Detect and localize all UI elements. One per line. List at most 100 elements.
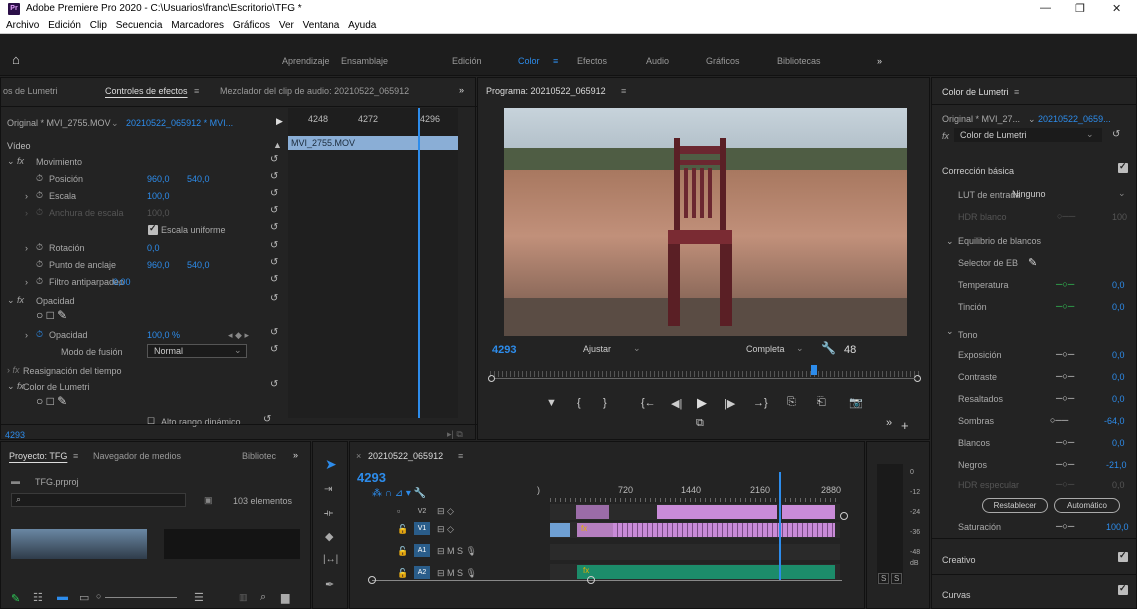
creative-header[interactable]: Creativo <box>942 555 976 565</box>
icon-view-icon[interactable]: ▬ <box>57 591 68 603</box>
zoom-slider-knob[interactable]: ○ <box>96 591 101 601</box>
flicker-value[interactable]: 0,00 <box>113 277 131 287</box>
temperature-value[interactable]: 0,0 <box>1112 280 1125 290</box>
mini-timeline-ruler[interactable]: 4248 4272 4296 <box>288 108 458 136</box>
chevron-right-icon[interactable]: › <box>25 277 28 287</box>
track-a1[interactable]: A1 <box>414 544 430 557</box>
lock-icon[interactable]: 🔓 <box>397 568 408 579</box>
shadows-slider[interactable]: ○── <box>1050 415 1068 425</box>
video-clip[interactable] <box>657 505 777 519</box>
more-panels-icon[interactable]: » <box>293 450 298 460</box>
opacity-value[interactable]: 100,0 % <box>147 330 180 340</box>
panel-menu-icon[interactable]: ≡ <box>458 451 463 461</box>
timeline-timecode[interactable]: 4293 <box>357 470 386 485</box>
mark-in-icon[interactable]: { <box>577 397 581 409</box>
mask-shapes-icon[interactable]: ○ □ ✎ <box>36 308 67 322</box>
minimize-button[interactable]: — <box>1040 2 1051 14</box>
clip-thumbnail[interactable] <box>164 529 300 559</box>
basic-correction-checkbox[interactable] <box>1118 161 1128 173</box>
reset-icon[interactable]: ↺ <box>270 327 278 338</box>
wrench-icon[interactable]: 🔧 <box>821 341 836 355</box>
highlights-value[interactable]: 0,0 <box>1112 394 1125 404</box>
audio-clip[interactable]: fx <box>577 565 835 579</box>
zoom-slider[interactable] <box>105 597 177 598</box>
reset-icon[interactable]: ↺ <box>1112 129 1120 140</box>
timeline-playhead[interactable] <box>779 472 781 580</box>
pen-icon[interactable]: ✎ <box>11 592 20 605</box>
scroll-start-handle[interactable] <box>488 375 495 382</box>
selection-tool-icon[interactable]: ➤ <box>325 456 337 473</box>
workspace-aprendizaje[interactable]: Aprendizaje <box>282 56 330 66</box>
chevron-down-icon[interactable]: ⌄ fx <box>7 295 24 306</box>
tab-libraries[interactable]: Bibliotec <box>242 451 276 461</box>
timeline-ruler[interactable] <box>550 498 840 502</box>
menu-ver[interactable]: Ver <box>279 20 294 31</box>
scroll-start-handle[interactable] <box>368 576 376 584</box>
automate-icon[interactable]: ▥ <box>239 592 248 603</box>
list-view-icon[interactable]: ☷ <box>33 591 43 604</box>
program-monitor-title[interactable]: Programa: 20210522_065912 <box>486 86 606 96</box>
lock-icon[interactable]: 🔓 <box>397 524 408 535</box>
contrast-slider[interactable]: ─○─ <box>1056 371 1074 381</box>
video-clip[interactable] <box>576 505 609 519</box>
slip-tool-icon[interactable]: |↔| <box>323 554 338 565</box>
blacks-slider[interactable]: ─○─ <box>1056 459 1074 469</box>
sequence-clip[interactable]: 20210522_0659... <box>1038 114 1111 124</box>
tint-slider[interactable]: ─○─ <box>1056 301 1074 311</box>
menu-ventana[interactable]: Ventana <box>303 20 340 31</box>
mute-solo-icon[interactable]: ⊟ M S 🎙 <box>437 568 477 579</box>
uniform-scale-checkbox[interactable] <box>148 223 158 235</box>
sort-icon[interactable]: ☰ <box>194 591 204 604</box>
ripple-edit-icon[interactable]: ⟛ <box>324 508 333 519</box>
sequence-clip-selector[interactable]: 20210522_065912 * MVI... <box>126 118 233 128</box>
stopwatch-icon[interactable]: ⏱ <box>36 242 43 253</box>
workspace-graficos[interactable]: Gráficos <box>706 56 740 66</box>
basic-correction-header[interactable]: Corrección básica <box>942 166 1014 176</box>
stopwatch-icon[interactable]: ⏱ <box>36 259 43 270</box>
program-playhead[interactable] <box>811 365 817 375</box>
eye-icon[interactable]: ⊟ ◇ <box>437 524 454 535</box>
play-icon[interactable]: ▶ <box>697 395 707 411</box>
whites-slider[interactable]: ─○─ <box>1056 437 1074 447</box>
multi-camera-icon[interactable]: ⧉ <box>696 417 704 430</box>
mini-timeline-clip[interactable]: MVI_2755.MOV <box>288 136 458 150</box>
home-icon[interactable]: ⌂ <box>12 52 20 67</box>
tab-media-browser[interactable]: Navegador de medios <box>93 451 181 461</box>
timeline-scrollbar[interactable] <box>372 580 842 581</box>
more-panels-icon[interactable]: » <box>459 85 464 95</box>
reset-icon[interactable]: ↺ <box>270 240 278 251</box>
reset-icon[interactable]: ↺ <box>270 274 278 285</box>
mark-out-icon[interactable]: } <box>603 397 607 409</box>
lift-icon[interactable]: ⎘ <box>787 396 796 409</box>
bin-icon[interactable]: ▣ <box>204 495 213 506</box>
chevron-right-icon[interactable]: › <box>25 191 28 201</box>
video-clip[interactable] <box>550 523 570 537</box>
track-v2[interactable]: V2 <box>414 505 430 518</box>
white-balance-header[interactable]: Equilibrio de blancos <box>958 236 1041 246</box>
menu-ayuda[interactable]: Ayuda <box>348 20 376 31</box>
reset-icon[interactable]: ↺ <box>270 171 278 182</box>
video-clip[interactable]: fx <box>577 523 613 537</box>
workspace-edicion[interactable]: Edición <box>452 56 482 66</box>
keyframe-nav-icon[interactable]: ◂ ◆ ▸ <box>228 330 249 341</box>
reset-button[interactable]: Restablecer <box>982 498 1048 513</box>
menu-edicion[interactable]: Edición <box>48 20 81 31</box>
reset-icon[interactable]: ↺ <box>270 293 278 304</box>
blend-mode-select[interactable]: Normal ⌄ <box>147 344 247 358</box>
scroll-handle[interactable] <box>587 576 595 584</box>
chevron-right-icon[interactable]: › fx <box>7 365 20 375</box>
workspace-menu-icon[interactable]: ≡ <box>553 56 558 66</box>
sync-icon[interactable]: ⊟ ◇ <box>437 506 454 517</box>
position-y-value[interactable]: 540,0 <box>187 174 210 184</box>
reset-icon[interactable]: ↺ <box>270 188 278 199</box>
tab-audio-mixer[interactable]: Mezclador del clip de audio: 20210522_06… <box>220 86 409 96</box>
stopwatch-icon[interactable]: ⏱ <box>36 173 43 184</box>
step-back-icon[interactable]: ◀| <box>671 397 682 410</box>
track-select-icon[interactable]: ⇥ <box>324 484 332 495</box>
freeform-view-icon[interactable]: ▭ <box>79 591 89 604</box>
video-frame[interactable] <box>504 108 907 336</box>
track-v1[interactable]: V1 <box>414 522 430 535</box>
menu-archivo[interactable]: Archivo <box>6 20 39 31</box>
scroll-end-handle[interactable] <box>914 375 921 382</box>
project-search-input[interactable]: ⌕ <box>11 493 186 507</box>
